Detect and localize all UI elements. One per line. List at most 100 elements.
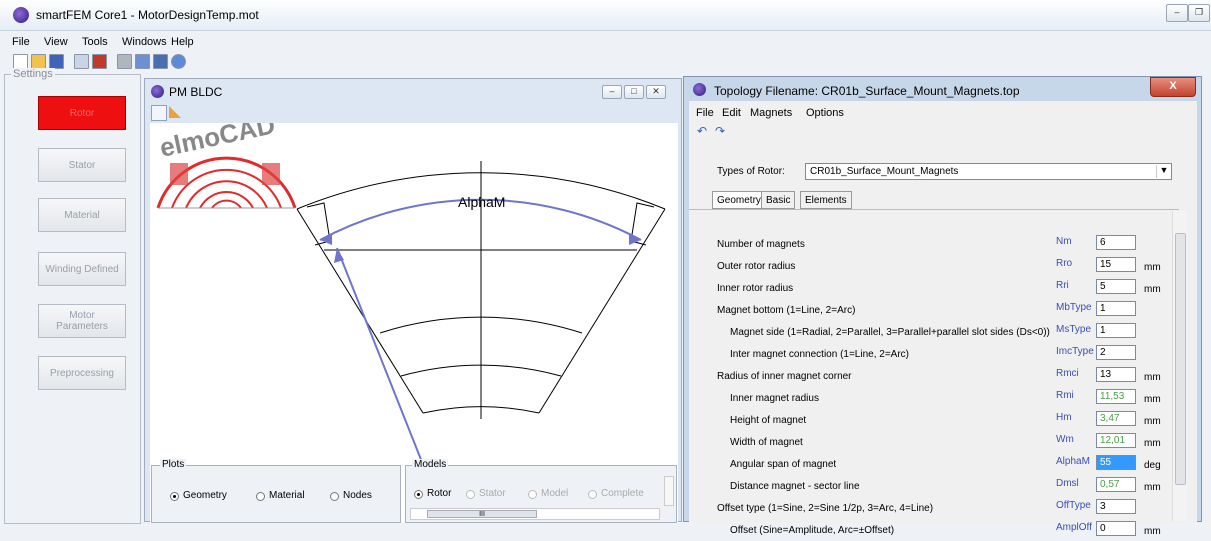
model-radio-label[interactable]: Model — [541, 488, 568, 499]
topo-menu-magnets[interactable]: Magnets — [750, 107, 792, 119]
menu-windows[interactable]: Windows — [122, 36, 167, 48]
param-label: Height of magnet — [730, 415, 807, 426]
param-value-input[interactable]: 6 — [1096, 235, 1136, 250]
complete-radio[interactable] — [588, 490, 597, 499]
material-radio[interactable] — [256, 492, 265, 501]
ruler-tool-icon[interactable] — [169, 106, 181, 118]
param-value-input[interactable]: 15 — [1096, 257, 1136, 272]
preprocessing-button[interactable]: Preprocessing — [38, 356, 126, 390]
pm-window-title: PM BLDC — [169, 85, 223, 99]
params-scrollbar-thumb[interactable] — [1175, 233, 1186, 485]
param-row: Inner rotor radius Rri 5 mm — [689, 279, 1169, 299]
print-preview-icon[interactable] — [74, 54, 89, 69]
logo-text: elmoCAD — [157, 123, 278, 163]
rotor-type-select[interactable]: CR01b_Surface_Mount_Magnets ▼ — [805, 163, 1172, 180]
elmocad-logo: elmoCAD — [156, 109, 297, 209]
param-value-input[interactable]: 11,53 — [1096, 389, 1136, 404]
topo-menu-options[interactable]: Options — [806, 107, 844, 119]
stator-radio-label[interactable]: Stator — [479, 488, 506, 499]
save-icon[interactable] — [49, 54, 64, 69]
new-file-icon[interactable] — [13, 54, 28, 69]
models-group: Models Rotor Stator Model Complete III — [405, 459, 677, 523]
param-value-input[interactable]: 1 — [1096, 323, 1136, 338]
param-row: Inter magnet connection (1=Line, 2=Arc) I… — [689, 345, 1169, 365]
param-unit: mm — [1144, 262, 1161, 273]
models-vertical-scrollbar[interactable] — [664, 476, 674, 506]
param-unit: mm — [1144, 372, 1161, 383]
models-legend: Models — [412, 459, 449, 470]
edit-icon[interactable] — [135, 54, 150, 69]
scrollbar-thumb[interactable]: III — [427, 510, 537, 518]
geometry-radio[interactable] — [170, 492, 179, 501]
minimize-button[interactable]: ‒ — [1166, 4, 1188, 22]
param-value-input[interactable]: 3,47 — [1096, 411, 1136, 426]
rotor-radio[interactable] — [414, 490, 423, 499]
redo-icon[interactable]: ↷ — [715, 124, 725, 138]
plots-legend: Plots — [160, 459, 187, 470]
material-radio-label[interactable]: Material — [269, 490, 305, 501]
param-row: Distance magnet - sector line Dmsl 0,57 mm — [689, 477, 1169, 497]
pm-minimize-button[interactable]: ‒ — [602, 85, 622, 99]
param-label: Offset (Sine=Amplitude, Arc=±Offset) — [730, 525, 895, 536]
param-symbol: Rmi — [1056, 390, 1074, 401]
plots-group: Plots Geometry Material Nodes — [151, 459, 401, 523]
report-icon[interactable] — [92, 54, 107, 69]
alpham-label: AlphaM — [458, 194, 505, 210]
models-horizontal-scrollbar[interactable]: III — [410, 508, 660, 520]
globe-icon[interactable] — [171, 54, 186, 69]
param-value-input[interactable]: 12,01 — [1096, 433, 1136, 448]
topology-content: File Edit Magnets Options ↶ ↷ Types of R… — [689, 101, 1197, 537]
param-symbol: MbType — [1056, 302, 1092, 313]
param-symbol: AlphaM — [1056, 456, 1090, 467]
pointer-tool-icon[interactable] — [151, 105, 167, 121]
complete-radio-label[interactable]: Complete — [601, 488, 644, 499]
param-value-input[interactable]: 0,57 — [1096, 477, 1136, 492]
menu-help[interactable]: Help — [171, 36, 194, 48]
geometry-radio-label[interactable]: Geometry — [183, 490, 227, 501]
stator-button[interactable]: Stator — [38, 148, 126, 182]
open-folder-icon[interactable] — [31, 54, 46, 69]
menu-tools[interactable]: Tools — [82, 36, 108, 48]
tab-basic[interactable]: Basic — [761, 191, 796, 209]
params-vertical-scrollbar[interactable] — [1172, 211, 1187, 521]
param-label: Magnet side (1=Radial, 2=Parallel, 3=Par… — [730, 327, 1050, 338]
param-symbol: MsType — [1056, 324, 1092, 335]
menu-file[interactable]: File — [12, 36, 30, 48]
winding-defined-button[interactable]: Winding Defined — [38, 252, 126, 286]
nodes-radio[interactable] — [330, 492, 339, 501]
pm-bldc-window: PM BLDC ‒ □ ✕ elmoCAD AlphaM Plots Geome… — [144, 78, 682, 523]
topo-menu-edit[interactable]: Edit — [722, 107, 741, 119]
param-value-input[interactable]: 0 — [1096, 521, 1136, 536]
param-label: Width of magnet — [730, 437, 803, 448]
motor-parameters-button[interactable]: Motor Parameters — [38, 304, 126, 338]
param-value-input[interactable]: 1 — [1096, 301, 1136, 316]
topology-window-title: Topology Filename: CR01b_Surface_Mount_M… — [714, 84, 1020, 98]
nodes-radio-label[interactable]: Nodes — [343, 490, 372, 501]
tab-elements[interactable]: Elements — [800, 191, 852, 209]
undo-icon[interactable]: ↶ — [697, 124, 707, 138]
model-radio[interactable] — [528, 490, 537, 499]
param-value-input[interactable]: 55 — [1096, 455, 1136, 470]
param-unit: deg — [1144, 460, 1161, 471]
settings-gear-icon[interactable] — [117, 54, 132, 69]
param-value-input[interactable]: 13 — [1096, 367, 1136, 382]
param-value-input[interactable]: 5 — [1096, 279, 1136, 294]
stator-radio[interactable] — [466, 490, 475, 499]
rotor-radio-label[interactable]: Rotor — [427, 488, 451, 499]
list-icon[interactable] — [153, 54, 168, 69]
tab-geometry[interactable]: Geometry — [712, 191, 766, 209]
topology-close-button[interactable]: X — [1150, 77, 1196, 97]
rotor-button[interactable]: Rotor — [38, 96, 126, 130]
param-symbol: Dmsl — [1056, 478, 1079, 489]
restore-button[interactable]: ❐ — [1188, 4, 1210, 22]
pm-close-button[interactable]: ✕ — [646, 85, 666, 99]
menu-view[interactable]: View — [44, 36, 68, 48]
param-value-input[interactable]: 3 — [1096, 499, 1136, 514]
chevron-down-icon[interactable]: ▼ — [1156, 165, 1171, 178]
param-row: Magnet side (1=Radial, 2=Parallel, 3=Par… — [689, 323, 1169, 343]
material-button[interactable]: Material — [38, 198, 126, 232]
param-symbol: AmplOff — [1056, 522, 1092, 533]
topo-menu-file[interactable]: File — [696, 107, 714, 119]
param-value-input[interactable]: 2 — [1096, 345, 1136, 360]
pm-maximize-button[interactable]: □ — [624, 85, 644, 99]
